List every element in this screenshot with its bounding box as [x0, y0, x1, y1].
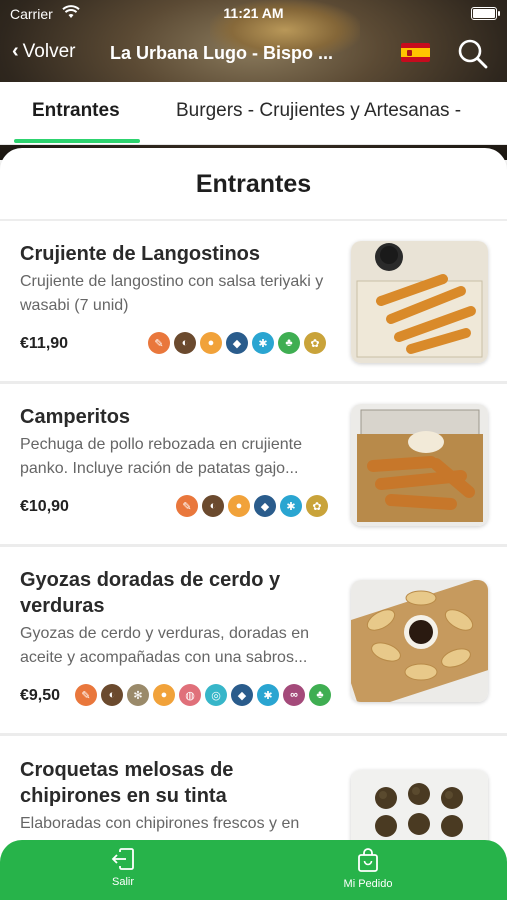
menu-item[interactable]: Camperitos Pechuga de pollo rebozada en …	[0, 384, 507, 547]
lupin-icon: ∞	[283, 684, 305, 706]
section-title: Entrantes	[195, 170, 312, 198]
mollusc-icon: ◎	[205, 684, 227, 706]
bottom-action-bar: Salir Mi Pedido	[0, 840, 507, 900]
egg-icon: ●	[200, 332, 222, 354]
status-bar: Carrier 11:21 AM	[0, 0, 507, 28]
navigation-bar: ‹ Volver La Urbana Lugo - Bispo ...	[0, 30, 507, 78]
sesame-icon: ◐	[174, 332, 196, 354]
menu-item-name: Crujiente de Langostinos	[20, 243, 261, 265]
allergen-list: ✎ ◐ ● ◆ ✱ ✿	[176, 495, 328, 517]
my-order-button[interactable]: Mi Pedido	[318, 848, 418, 890]
crustacean-icon: ✱	[252, 332, 274, 354]
menu-item-description: Gyozas de cerdo y verduras, doradas en a…	[20, 625, 310, 666]
clock: 11:21 AM	[223, 5, 284, 21]
battery-icon	[471, 7, 500, 20]
menu-item-description: Crujiente de langostino con salsa teriya…	[20, 273, 324, 314]
mustard-icon: ✿	[306, 495, 328, 517]
menu-item-price: €10,90	[20, 498, 69, 515]
menu-list: Entrantes Crujiente de Langostinos Cruji…	[0, 148, 507, 900]
menu-item-price: €11,90	[20, 335, 69, 352]
category-tabs: Entrantes Burgers - Crujientes y Artesan…	[0, 82, 507, 145]
my-order-label: Mi Pedido	[343, 878, 393, 890]
gluten-icon: ✎	[75, 684, 97, 706]
allergen-list: ✎ ◐ ✻ ● ◍ ◎ ◆ ✱ ∞ ♣	[75, 684, 331, 706]
menu-item-name: Croquetas melosas de chipirones en su ti…	[20, 759, 234, 807]
celery-icon: ♣	[309, 684, 331, 706]
gluten-icon: ✎	[176, 495, 198, 517]
menu-item-name: Camperitos	[20, 406, 131, 428]
back-label: Volver	[22, 40, 76, 62]
menu-item-description: Pechuga de pollo rebozada en crujiente p…	[20, 436, 302, 477]
back-button[interactable]: ‹ Volver	[12, 40, 75, 63]
restaurant-title: La Urbana Lugo - Bispo ...	[110, 43, 334, 63]
menu-item-name: Gyozas doradas de cerdo y verduras	[20, 569, 281, 617]
peanut-icon: ✻	[127, 684, 149, 706]
menu-item-photo	[351, 580, 488, 702]
menu-item-description: Elaboradas con chipirones frescos y en	[20, 815, 300, 832]
menu-item-photo	[351, 241, 488, 363]
chevron-left-icon: ‹	[12, 40, 19, 62]
menu-item[interactable]: Crujiente de Langostinos Crujiente de la…	[0, 221, 507, 384]
mustard-icon: ✿	[304, 332, 326, 354]
crustacean-icon: ✱	[257, 684, 279, 706]
crustacean-icon: ✱	[280, 495, 302, 517]
exit-label: Salir	[111, 876, 134, 888]
fish-icon: ◆	[231, 684, 253, 706]
egg-icon: ●	[228, 495, 250, 517]
spain-flag-icon[interactable]	[401, 43, 430, 62]
exit-button[interactable]: Salir	[73, 848, 173, 888]
fish-icon: ◆	[254, 495, 276, 517]
menu-item[interactable]: Gyozas doradas de cerdo y verduras Gyoza…	[0, 547, 507, 736]
active-tab-indicator	[14, 139, 140, 143]
search-icon[interactable]	[457, 38, 489, 70]
tab-entrantes[interactable]: Entrantes	[32, 100, 120, 122]
menu-item-photo	[351, 404, 488, 526]
shopping-bag-icon	[358, 848, 378, 872]
sesame-icon: ◐	[202, 495, 224, 517]
soy-icon: ◍	[179, 684, 201, 706]
sesame-icon: ◐	[101, 684, 123, 706]
allergen-list: ✎ ◐ ● ◆ ✱ ♣ ✿	[148, 332, 326, 354]
menu-item-price: €9,50	[20, 687, 61, 704]
tab-burgers[interactable]: Burgers - Crujientes y Artesanas -	[176, 100, 461, 122]
egg-icon: ●	[153, 684, 175, 706]
gluten-icon: ✎	[148, 332, 170, 354]
exit-icon	[111, 848, 134, 870]
fish-icon: ◆	[226, 332, 248, 354]
celery-icon: ♣	[278, 332, 300, 354]
